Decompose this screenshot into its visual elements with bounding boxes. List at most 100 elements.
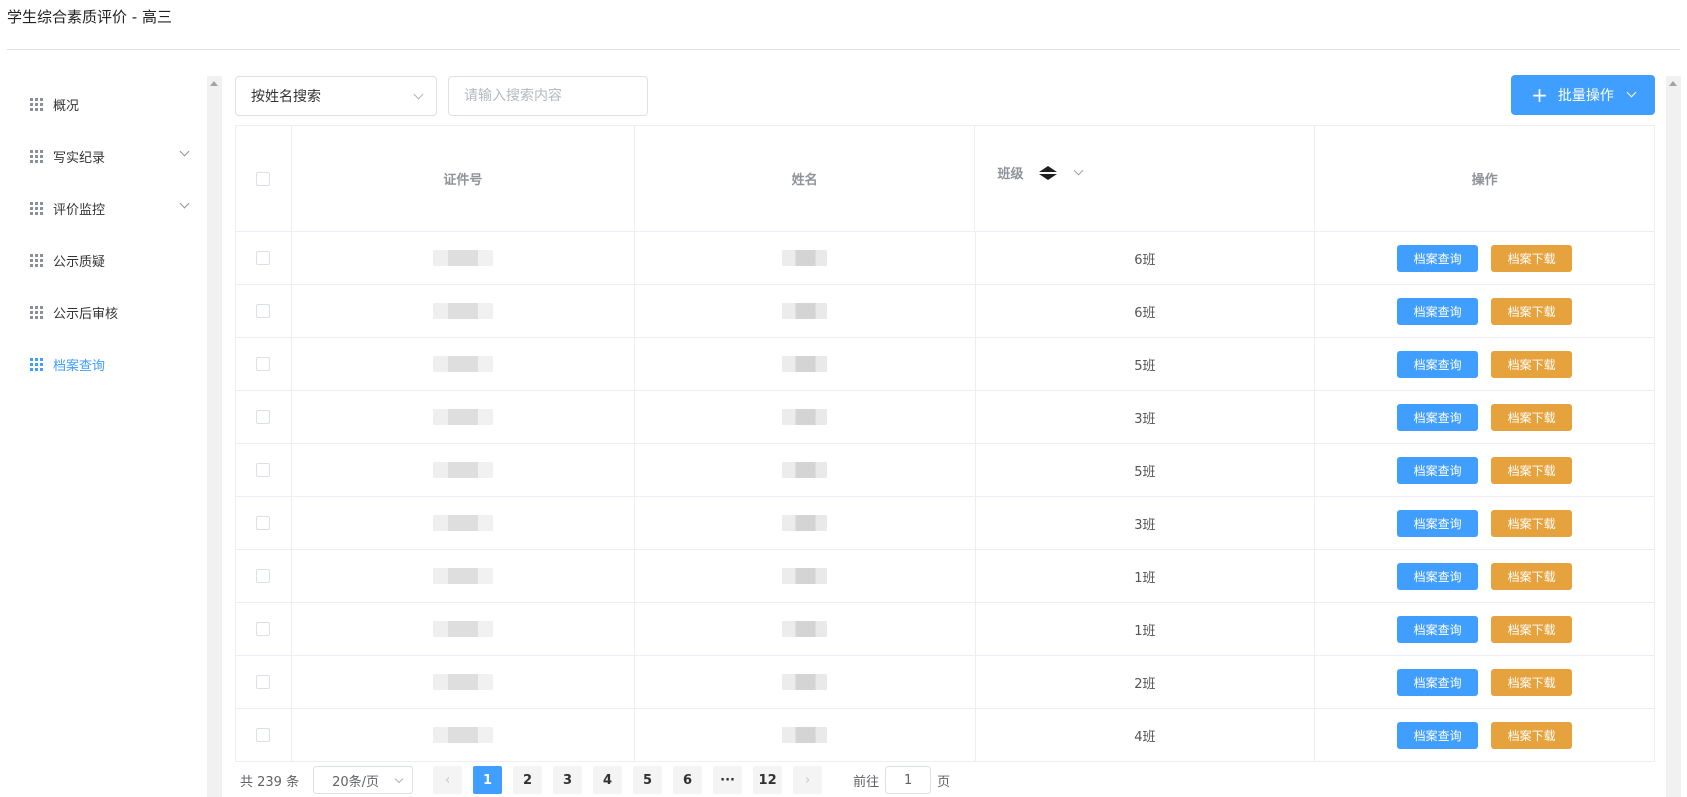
page-button[interactable]: 6 bbox=[673, 766, 703, 794]
view-archive-button[interactable]: 档案查询 bbox=[1397, 350, 1479, 378]
view-archive-button[interactable]: 档案查询 bbox=[1397, 509, 1479, 537]
row-checkbox-cell bbox=[236, 444, 292, 496]
row-checkbox[interactable] bbox=[256, 728, 271, 742]
table-row: 6班 档案查询 档案下载 bbox=[236, 285, 1656, 338]
page-button[interactable]: 2 bbox=[513, 766, 543, 794]
redacted-name bbox=[782, 409, 828, 425]
sidebar-item-label: 概况 bbox=[53, 98, 80, 114]
redacted-id bbox=[432, 462, 493, 478]
redacted-id bbox=[432, 515, 493, 531]
id-cell bbox=[292, 285, 635, 337]
row-checkbox[interactable] bbox=[256, 675, 271, 689]
page-button[interactable]: 1 bbox=[473, 766, 503, 794]
page-button[interactable]: 5 bbox=[633, 766, 663, 794]
table-row: 6班 档案查询 档案下载 bbox=[236, 232, 1656, 285]
sidebar-item-archive-query[interactable]: 档案查询 bbox=[30, 352, 190, 376]
sidebar-scrollbar[interactable] bbox=[207, 76, 222, 797]
column-header-class[interactable]: 班级 bbox=[975, 126, 1316, 231]
view-archive-button[interactable]: 档案查询 bbox=[1397, 668, 1479, 696]
page-size-value: 20条/页 bbox=[332, 774, 380, 790]
page-button[interactable]: 4 bbox=[593, 766, 623, 794]
search-input[interactable] bbox=[448, 76, 648, 116]
download-archive-button[interactable]: 档案下载 bbox=[1491, 668, 1573, 696]
search-type-select[interactable]: 按姓名搜索 bbox=[235, 76, 437, 116]
column-header-name: 姓名 bbox=[635, 126, 976, 231]
batch-operation-label: 批量操作 bbox=[1557, 88, 1614, 104]
grid-icon bbox=[30, 149, 43, 163]
table-row: 3班 档案查询 档案下载 bbox=[236, 497, 1656, 550]
header-checkbox-cell bbox=[236, 126, 292, 231]
id-cell bbox=[292, 603, 635, 655]
row-checkbox[interactable] bbox=[256, 251, 271, 265]
sidebar-item-publicity-query[interactable]: 公示质疑 bbox=[30, 248, 190, 272]
actions-cell: 档案查询 档案下载 bbox=[1315, 603, 1656, 655]
download-archive-button[interactable]: 档案下载 bbox=[1491, 456, 1573, 484]
view-archive-button[interactable]: 档案查询 bbox=[1397, 562, 1479, 590]
app-title: 学生综合素质评价 - 高三 bbox=[7, 8, 172, 26]
more-pages-button[interactable]: ··· bbox=[713, 766, 743, 794]
sidebar-item-label: 公示质疑 bbox=[53, 254, 106, 270]
search-type-value: 按姓名搜索 bbox=[251, 89, 321, 105]
sort-icon[interactable] bbox=[1039, 166, 1058, 180]
sidebar-item-overview[interactable]: 概况 bbox=[30, 92, 190, 116]
class-cell: 3班 bbox=[976, 391, 1316, 443]
table-row: 4班 档案查询 档案下载 bbox=[236, 709, 1656, 762]
next-page-button[interactable]: › bbox=[793, 766, 823, 794]
sidebar-item-label: 公示后审核 bbox=[53, 306, 119, 322]
chevron-down-icon bbox=[179, 146, 190, 157]
prev-page-button[interactable]: ‹ bbox=[433, 766, 463, 794]
page-size-select[interactable]: 20条/页 bbox=[313, 766, 414, 794]
view-archive-button[interactable]: 档案查询 bbox=[1397, 403, 1479, 431]
name-cell bbox=[635, 709, 976, 761]
view-archive-button[interactable]: 档案查询 bbox=[1397, 297, 1479, 325]
scroll-up-icon[interactable] bbox=[210, 81, 218, 86]
id-cell bbox=[292, 497, 635, 549]
sidebar-item-records[interactable]: 写实纪录 bbox=[30, 144, 190, 168]
table-row: 3班 档案查询 档案下载 bbox=[236, 391, 1656, 444]
row-checkbox[interactable] bbox=[256, 410, 271, 424]
download-archive-button[interactable]: 档案下载 bbox=[1491, 509, 1573, 537]
view-archive-button[interactable]: 档案查询 bbox=[1397, 244, 1479, 272]
sidebar-item-monitoring[interactable]: 评价监控 bbox=[30, 196, 190, 220]
batch-operation-button[interactable]: + 批量操作 bbox=[1511, 75, 1655, 115]
class-cell: 3班 bbox=[976, 497, 1316, 549]
main-scrollbar[interactable] bbox=[1666, 76, 1681, 797]
actions-cell: 档案查询 档案下载 bbox=[1315, 338, 1656, 390]
goto-page-input[interactable] bbox=[885, 766, 932, 794]
download-archive-button[interactable]: 档案下载 bbox=[1491, 297, 1573, 325]
row-checkbox[interactable] bbox=[256, 569, 271, 583]
row-checkbox[interactable] bbox=[256, 357, 271, 371]
download-archive-button[interactable]: 档案下载 bbox=[1491, 562, 1573, 590]
select-all-checkbox[interactable] bbox=[256, 171, 271, 186]
row-checkbox[interactable] bbox=[256, 622, 271, 636]
redacted-name bbox=[782, 727, 828, 743]
row-checkbox[interactable] bbox=[256, 304, 271, 318]
view-archive-button[interactable]: 档案查询 bbox=[1397, 721, 1479, 749]
view-archive-button[interactable]: 档案查询 bbox=[1397, 456, 1479, 484]
row-checkbox-cell bbox=[236, 232, 292, 284]
download-archive-button[interactable]: 档案下载 bbox=[1491, 615, 1573, 643]
row-checkbox[interactable] bbox=[256, 463, 271, 477]
page-button[interactable]: 12 bbox=[753, 766, 783, 794]
page-button[interactable]: 3 bbox=[553, 766, 583, 794]
download-archive-button[interactable]: 档案下载 bbox=[1491, 403, 1573, 431]
download-archive-button[interactable]: 档案下载 bbox=[1491, 350, 1573, 378]
download-archive-button[interactable]: 档案下载 bbox=[1491, 721, 1573, 749]
sidebar-item-post-review[interactable]: 公示后审核 bbox=[30, 300, 190, 324]
download-archive-button[interactable]: 档案下载 bbox=[1491, 244, 1573, 272]
chevron-down-icon bbox=[394, 774, 404, 784]
table-row: 1班 档案查询 档案下载 bbox=[236, 603, 1656, 656]
name-cell bbox=[635, 285, 976, 337]
table-row: 5班 档案查询 档案下载 bbox=[236, 444, 1656, 497]
scroll-up-icon[interactable] bbox=[1669, 81, 1677, 86]
name-cell bbox=[635, 550, 976, 602]
view-archive-button[interactable]: 档案查询 bbox=[1397, 615, 1479, 643]
sidebar-item-label: 评价监控 bbox=[53, 202, 106, 218]
table-header: 证件号 姓名 班级 操作 bbox=[236, 126, 1655, 232]
row-checkbox[interactable] bbox=[256, 516, 271, 530]
class-cell: 1班 bbox=[976, 603, 1316, 655]
filter-chevron-icon[interactable] bbox=[1074, 165, 1084, 176]
redacted-name bbox=[782, 515, 828, 531]
id-cell bbox=[292, 550, 635, 602]
row-checkbox-cell bbox=[236, 603, 292, 655]
